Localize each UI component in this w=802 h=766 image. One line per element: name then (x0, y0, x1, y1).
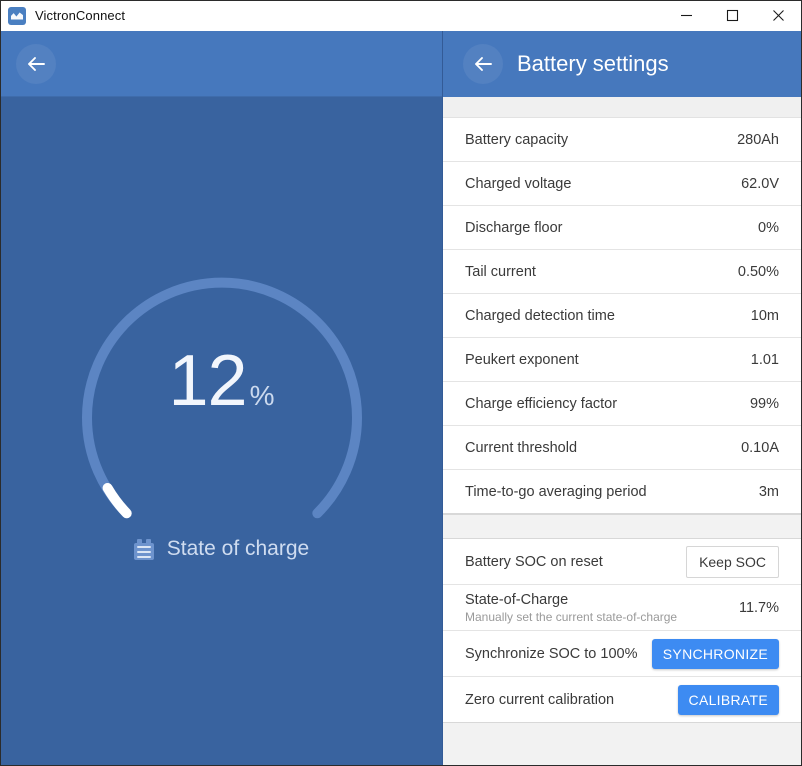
gauge-progress (102, 483, 132, 519)
app-window: VictronConnect 12 % State of charge Batt… (0, 0, 802, 766)
settings-row[interactable]: Charged detection time 10m (443, 294, 801, 338)
list-scroll-gap (443, 97, 801, 118)
victron-logo-icon (8, 6, 26, 25)
row-battery-soc-on-reset[interactable]: Battery SOC on reset Keep SOC (443, 539, 801, 585)
window-body: 12 % State of charge Battery settings Ba… (1, 31, 801, 765)
close-button[interactable] (755, 1, 801, 31)
left-back-button[interactable] (16, 43, 56, 84)
label-stack: State-of-Charge Manually set the current… (465, 592, 739, 624)
settings-row[interactable]: Peukert exponent 1.01 (443, 338, 801, 382)
settings-back-button[interactable] (463, 44, 503, 84)
row-label: Charged detection time (465, 307, 615, 324)
row-value: 3m (758, 483, 779, 500)
battery-bar (136, 550, 151, 553)
close-icon (772, 10, 784, 21)
row-label: Tail current (465, 263, 536, 280)
minimize-button[interactable] (663, 1, 709, 31)
row-sublabel: Manually set the current state-of-charge (465, 609, 678, 624)
actions-list: Battery SOC on reset Keep SOC State-of-C… (443, 539, 801, 723)
settings-row[interactable]: Time-to-go averaging period 3m (443, 470, 801, 514)
row-label: Time-to-go averaging period (465, 483, 647, 500)
row-label: Charge efficiency factor (465, 395, 618, 412)
settings-list: Battery capacity 280Ah Charged voltage 62.0… (443, 118, 801, 514)
gauge-value: 12 (168, 341, 248, 421)
settings-row[interactable]: Tail current 0.50% (443, 250, 801, 294)
calibrate-button[interactable]: CALIBRATE (677, 684, 779, 715)
settings-row[interactable]: Battery capacity 280Ah (443, 118, 801, 162)
minimize-icon (680, 14, 692, 17)
battery-icon (133, 538, 154, 560)
row-state-of-charge[interactable]: State-of-Charge Manually set the current… (443, 585, 801, 631)
keep-soc-button[interactable]: Keep SOC (686, 545, 779, 578)
right-pane: Battery settings Battery capacity 280Ah Ch… (442, 31, 801, 765)
row-label: Battery SOC on reset (465, 553, 603, 570)
gauge-readout: 12 % (57, 345, 387, 417)
row-label: Current threshold (465, 439, 578, 456)
settings-row[interactable]: Discharge floor 0% (443, 206, 801, 250)
row-value: 0.10A (741, 439, 779, 456)
row-value: 99% (749, 395, 779, 412)
maximize-icon (726, 9, 738, 22)
gauge-unit: % (249, 380, 275, 411)
row-value: 1.01 (750, 351, 779, 368)
row-label: State-of-Charge (465, 591, 569, 608)
page-title: Battery settings (517, 51, 669, 76)
row-label: Zero current calibration (465, 691, 615, 708)
gauge-label-row: State of charge (57, 537, 387, 561)
row-value: 11.7% (738, 599, 779, 616)
row-label: Synchronize SOC to 100% (465, 645, 638, 662)
settings-row[interactable]: Charged voltage 62.0V (443, 162, 801, 206)
row-value: 280Ah (737, 131, 779, 148)
maximize-button[interactable] (709, 1, 755, 31)
section-separator (443, 514, 801, 539)
list-bottom-filler (443, 723, 801, 765)
row-synchronize-soc[interactable]: Synchronize SOC to 100% SYNCHRONIZE (443, 631, 801, 677)
right-pane-header: Battery settings (443, 31, 801, 97)
battery-terminal-right (145, 538, 151, 543)
app-title: VictronConnect (35, 8, 126, 23)
arrow-left-icon (28, 56, 45, 71)
arrow-left-icon (475, 57, 492, 71)
battery-bar (136, 545, 151, 548)
row-label: Battery capacity (465, 131, 569, 148)
row-value: 0.50% (737, 263, 779, 280)
battery-bar (136, 555, 151, 558)
logo-wave-shape (11, 12, 23, 20)
title-bar: VictronConnect (1, 1, 801, 31)
row-zero-current-calibration[interactable]: Zero current calibration CALIBRATE (443, 677, 801, 723)
left-pane-header (1, 31, 442, 97)
synchronize-button[interactable]: SYNCHRONIZE (651, 638, 779, 669)
row-label: Charged voltage (465, 175, 572, 192)
state-of-charge-panel: 12 % State of charge (1, 97, 442, 765)
settings-row[interactable]: Charge efficiency factor 99% (443, 382, 801, 426)
row-value: 10m (750, 307, 779, 324)
row-value: 62.0V (741, 175, 779, 192)
row-value: 0% (758, 219, 779, 236)
window-controls (663, 1, 801, 31)
battery-terminal-left (136, 538, 142, 543)
gauge-label: State of charge (166, 537, 310, 560)
row-label: Peukert exponent (465, 351, 579, 368)
left-pane: 12 % State of charge (1, 31, 442, 765)
state-of-charge-gauge: 12 % State of charge (57, 253, 387, 583)
settings-row[interactable]: Current threshold 0.10A (443, 426, 801, 470)
row-label: Discharge floor (465, 219, 563, 236)
